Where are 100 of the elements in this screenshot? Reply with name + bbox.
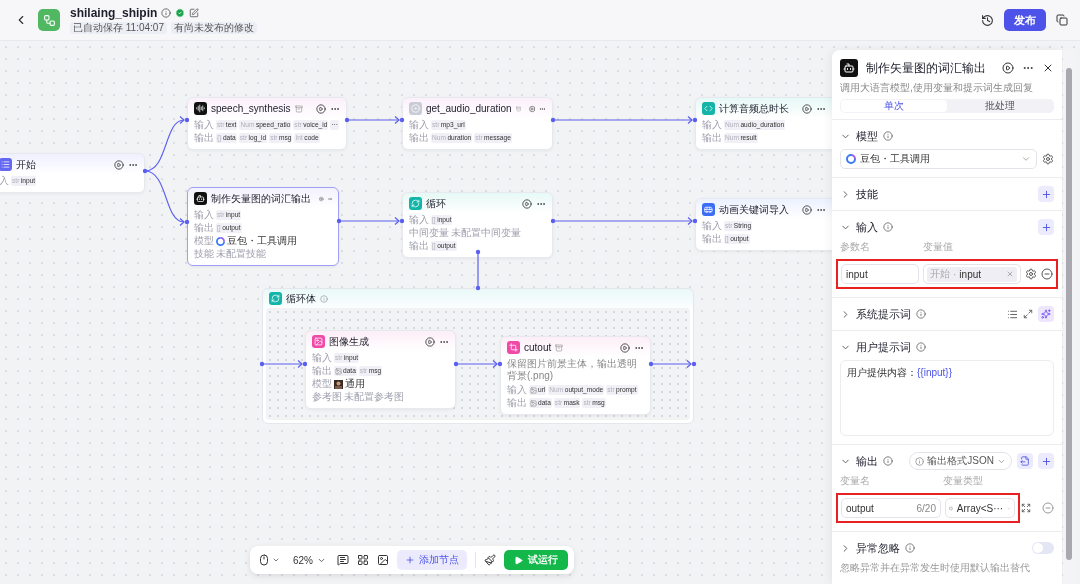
export-icon	[1020, 456, 1030, 466]
comment-icon[interactable]	[337, 554, 349, 566]
port-dot[interactable]	[142, 168, 148, 174]
node-title: 循环	[426, 196, 446, 211]
settings-icon[interactable]	[1042, 153, 1054, 165]
row-label: 输入	[312, 352, 332, 364]
publish-button[interactable]: 发布	[1004, 9, 1046, 31]
port-dot[interactable]	[184, 219, 190, 225]
model-select[interactable]: 豆包・工具调用	[840, 149, 1037, 169]
info-icon[interactable]	[883, 131, 893, 141]
row-label: 输入	[194, 119, 214, 131]
section-title: 模型	[856, 128, 878, 144]
port-dot[interactable]	[399, 117, 405, 123]
export-button[interactable]	[1017, 453, 1033, 469]
port-dot[interactable]	[648, 361, 654, 367]
port-dot[interactable]	[691, 361, 697, 367]
port-dot[interactable]	[692, 117, 698, 123]
column-header: 参数名	[840, 240, 871, 254]
row-label: 输入	[409, 214, 429, 226]
plus-icon	[1040, 221, 1052, 233]
brush-icon[interactable]	[484, 554, 496, 566]
type-select[interactable]: Array<S···	[945, 498, 1015, 518]
port-dot[interactable]	[259, 361, 265, 367]
port-dot[interactable]	[344, 117, 350, 123]
ai-generate-button[interactable]	[1038, 306, 1054, 322]
connector-arrow	[338, 216, 400, 226]
port-dot[interactable]	[302, 361, 308, 367]
image-icon	[530, 399, 537, 407]
copy-icon[interactable]	[1056, 14, 1068, 26]
port-dot[interactable]	[453, 361, 459, 367]
sparkle-icon	[1041, 309, 1051, 319]
column-header: 变量值	[923, 240, 954, 254]
add-button[interactable]	[1038, 453, 1054, 469]
info-icon[interactable]	[161, 8, 172, 18]
node-title: 循环体	[286, 291, 316, 306]
loop-icon	[269, 292, 282, 305]
row-label: 输出	[312, 365, 332, 377]
grid-icon[interactable]	[357, 554, 369, 566]
node-title: 制作矢量图的词汇输出	[211, 191, 311, 206]
section-title: 用户提示词	[856, 339, 911, 355]
section-title: 输入	[856, 219, 878, 235]
column-header: 变量名	[840, 474, 871, 488]
save-status: 已自动保存 11:04:07	[70, 22, 167, 34]
unpublished-status: 有尚未发布的修改	[170, 22, 257, 34]
mode-tab[interactable]: 批处理	[947, 100, 1053, 112]
node-title: 动画关键词导入	[719, 202, 789, 217]
add-button[interactable]	[1038, 186, 1054, 202]
settings-icon[interactable]	[1025, 268, 1037, 280]
port-dot[interactable]	[399, 218, 405, 224]
code-icon	[702, 102, 715, 115]
port-dot[interactable]	[550, 218, 556, 224]
toggle-switch[interactable]	[1032, 542, 1054, 554]
remove-icon[interactable]	[1041, 268, 1053, 280]
plus-icon	[1040, 188, 1052, 200]
row-label: 输出	[409, 240, 429, 252]
port-dot[interactable]	[475, 285, 481, 291]
edit-icon[interactable]	[189, 8, 200, 18]
port-dot[interactable]	[184, 117, 190, 123]
port-dot[interactable]	[692, 218, 698, 224]
port-dot[interactable]	[497, 361, 503, 367]
robot-icon	[840, 59, 858, 77]
chevron-down-icon	[272, 556, 280, 564]
panel-description: 调用大语言模型,使用变量和提示词生成回复	[839, 81, 1034, 95]
node-title: get_audio_duration	[426, 103, 512, 114]
prompt-text[interactable]: 用户提供内容：{{input}}	[840, 360, 1054, 436]
model-logo-icon	[216, 236, 225, 246]
row-label: 参考图	[312, 391, 342, 403]
connector-arrow	[261, 359, 303, 369]
mode-tab[interactable]: 单次	[841, 100, 947, 112]
node-title: cutout	[524, 342, 552, 353]
expand-icon[interactable]	[1023, 309, 1033, 319]
zoom-select[interactable]: 62%	[290, 552, 329, 568]
bus-icon	[702, 203, 715, 216]
param-name-field[interactable]: input	[841, 264, 919, 284]
info-icon[interactable]	[883, 456, 893, 466]
info-icon[interactable]	[916, 309, 926, 319]
info-icon[interactable]	[905, 543, 915, 553]
add-node-button[interactable]: 添加节点	[397, 550, 467, 570]
close-icon[interactable]	[1042, 62, 1054, 74]
add-button[interactable]	[1038, 219, 1054, 235]
row-label: 输出	[194, 222, 214, 234]
port-dot[interactable]	[336, 218, 342, 224]
info-icon[interactable]	[916, 342, 926, 352]
info-icon[interactable]	[883, 222, 893, 232]
port-dot[interactable]	[550, 117, 556, 123]
node-title: 计算音频总时长	[719, 101, 789, 116]
row-label: 模型	[312, 378, 332, 390]
section-title: 异常忽略	[856, 540, 900, 556]
variable-ref-field[interactable]: 开始 · input	[923, 264, 1021, 284]
expand-icon[interactable]	[1021, 503, 1031, 513]
list-icon[interactable]	[1007, 308, 1018, 320]
node-title: 开始	[16, 157, 36, 172]
column-header: 变量类型	[943, 474, 984, 488]
variable-name-field[interactable]: output 6/20	[841, 498, 941, 518]
history-icon[interactable]	[981, 13, 994, 27]
image-icon[interactable]	[377, 554, 389, 566]
row-label: 模型	[194, 235, 214, 247]
row-value: 未配置中间变量	[451, 227, 521, 239]
port-dot[interactable]	[475, 249, 481, 255]
connector-arrow	[144, 170, 185, 227]
